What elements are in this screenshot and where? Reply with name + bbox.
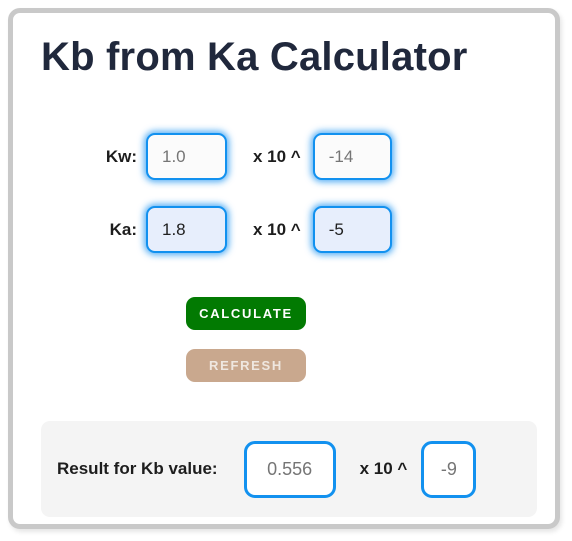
result-panel: Result for Kb value: x 10 ^ (41, 421, 537, 517)
result-value-input[interactable] (243, 440, 336, 498)
result-exponent-input[interactable] (421, 440, 477, 498)
refresh-button[interactable]: Refresh (186, 349, 306, 382)
ka-exponent-input[interactable] (312, 206, 392, 253)
page-root: Kb from Ka Calculator Kw: x 10 ^ Ka: x 1… (0, 0, 572, 541)
result-multiplier-label: x 10 ^ (359, 459, 408, 478)
calculator-card: Kb from Ka Calculator Kw: x 10 ^ Ka: x 1… (8, 8, 560, 529)
calculator-card-inner: Kb from Ka Calculator Kw: x 10 ^ Ka: x 1… (13, 13, 555, 524)
input-row-kw: Kw: x 10 ^ (13, 133, 555, 180)
ka-multiplier-label: x 10 ^ (253, 219, 301, 239)
kw-exponent-input[interactable] (312, 133, 392, 180)
ka-label: Ka: (109, 219, 137, 239)
kw-multiplier-label: x 10 ^ (253, 146, 301, 166)
ka-mantissa-input[interactable] (146, 206, 227, 253)
result-label: Result for Kb value: (57, 459, 218, 478)
kw-label: Kw: (105, 146, 137, 166)
page-title: Kb from Ka Calculator (41, 35, 468, 79)
input-row-ka: Ka: x 10 ^ (13, 206, 555, 253)
kw-mantissa-input[interactable] (146, 133, 227, 180)
calculate-button[interactable]: Calculate (186, 297, 306, 330)
